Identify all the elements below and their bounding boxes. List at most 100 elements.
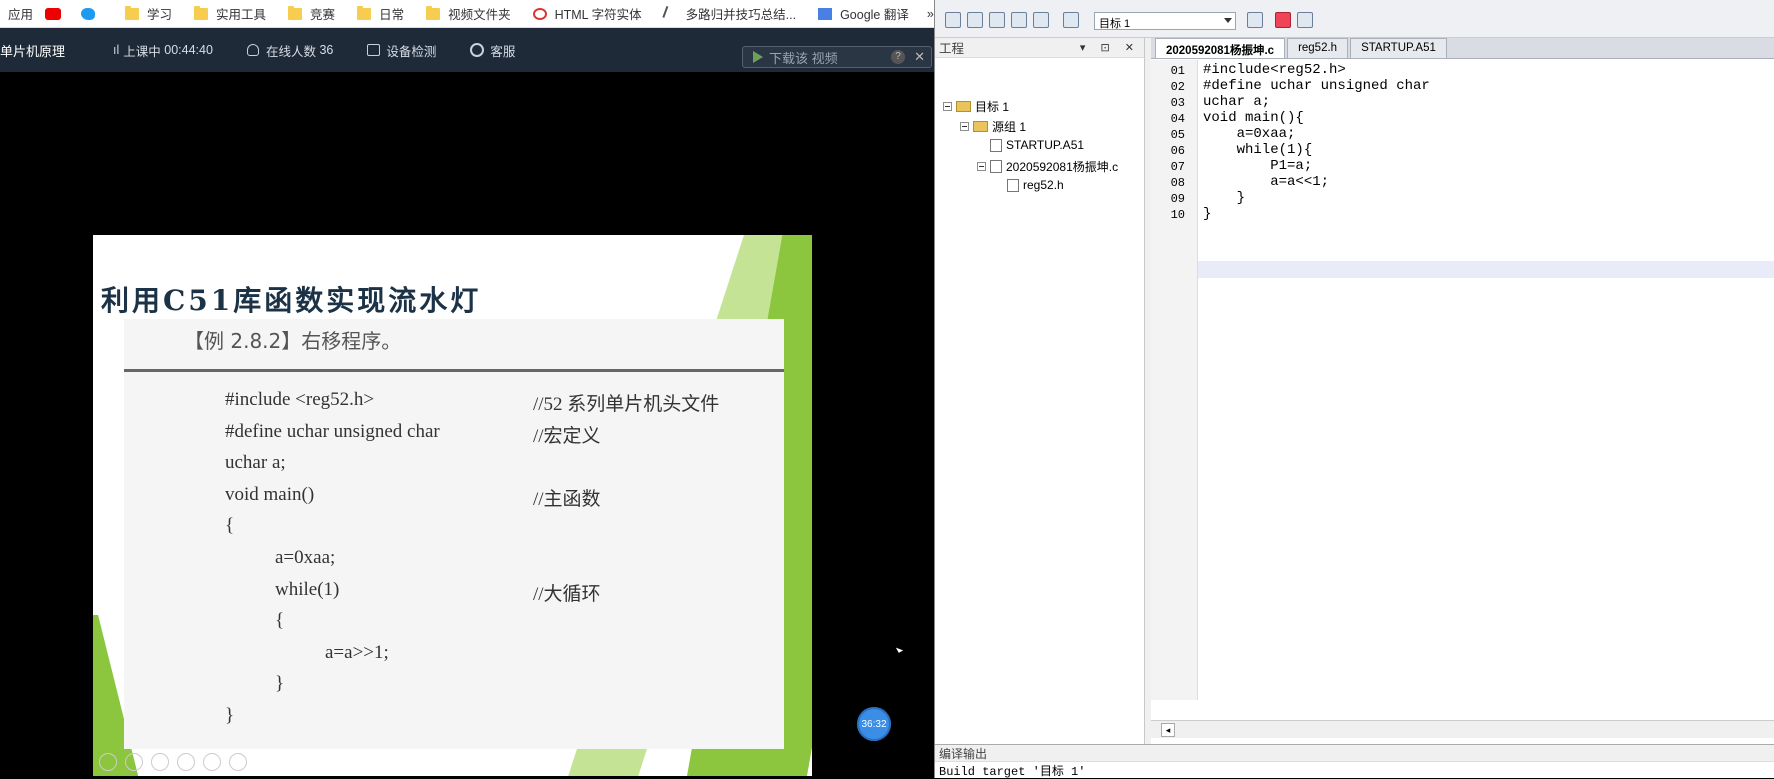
- source-line[interactable]: while(1){: [1203, 142, 1313, 158]
- build-output-panel: 编译输出 Build target '目标 1': [935, 744, 1774, 779]
- slide-code-comment: //宏定义: [533, 425, 601, 447]
- source-line[interactable]: #include<reg52.h>: [1203, 62, 1346, 78]
- manage-components-icon[interactable]: [1275, 12, 1291, 28]
- line-number: 08: [1170, 176, 1185, 190]
- slide-code-line: {: [225, 515, 235, 537]
- ide-toolbar: 目标 1: [935, 0, 1774, 38]
- zoom-icon[interactable]: [203, 753, 221, 771]
- page-icon: [662, 5, 680, 22]
- build-icon[interactable]: [967, 12, 983, 28]
- editor-tab[interactable]: 2020592081杨振坤.c: [1155, 38, 1286, 58]
- tree-item[interactable]: 源组 1: [960, 118, 1026, 135]
- slide-title: 利用C51库函数实现流水灯: [101, 284, 482, 317]
- tree-item[interactable]: 2020592081杨振坤.c: [977, 158, 1118, 175]
- download-video-button[interactable]: 下载该 视频 ? ✕: [742, 46, 932, 68]
- target-select[interactable]: 目标 1: [1094, 12, 1236, 30]
- source-line[interactable]: a=a<<1;: [1203, 174, 1329, 190]
- folder-icon: [426, 5, 441, 20]
- next-icon[interactable]: [125, 753, 143, 771]
- download-icon[interactable]: [1063, 12, 1079, 28]
- file-icon: [990, 160, 1002, 173]
- keil-ide-window: 目标 1 工程 ▾ ⊡ ✕ 目标 1 源组 1 STARTUP.A51 2020592…: [934, 0, 1774, 779]
- bookmark-item[interactable]: Google 翻译: [812, 0, 915, 28]
- bookmarks-bar: 应用 学习 实用工具 竞赛 日常 视频文件夹 HTML 字符实体 多路归并技巧总结... Goo…: [0, 0, 934, 28]
- tree-item[interactable]: reg52.h: [994, 178, 1064, 192]
- collapse-icon[interactable]: [960, 122, 969, 131]
- slide-controls: [99, 753, 255, 771]
- batch-build-icon[interactable]: [1011, 12, 1027, 28]
- editor-tab[interactable]: reg52.h: [1287, 38, 1349, 58]
- bookmark-label: 学习: [147, 8, 173, 22]
- bookmark-label: 视频文件夹: [448, 8, 511, 22]
- slide-code-line: }: [225, 705, 235, 726]
- prev-icon[interactable]: [99, 753, 117, 771]
- rule-line: [124, 369, 784, 372]
- bookmark-item[interactable]: 多路归并技巧总结...: [658, 0, 802, 28]
- line-number: 10: [1170, 208, 1185, 222]
- source-line[interactable]: uchar a;: [1203, 94, 1270, 110]
- presentation-slide: 利用C51库函数实现流水灯 【例 2.8.2】右移程序。 #include <r…: [93, 235, 812, 776]
- device-check-button[interactable]: 设备检测: [367, 41, 436, 60]
- source-line[interactable]: a=0xaa;: [1203, 126, 1296, 142]
- tree-item-label: STARTUP.A51: [1006, 138, 1085, 152]
- translate-icon[interactable]: [945, 12, 961, 28]
- bookmark-item[interactable]: 日常: [351, 0, 410, 28]
- folder-icon: [125, 5, 140, 20]
- bookmark-item[interactable]: [39, 0, 75, 28]
- slide-code-line: a=0xaa;: [275, 547, 336, 568]
- bookmark-label: 实用工具: [216, 8, 267, 22]
- editor-tab[interactable]: STARTUP.A51: [1350, 38, 1447, 58]
- slide-code-line: }: [275, 673, 285, 695]
- stop-build-icon[interactable]: [1033, 12, 1049, 28]
- bookmark-item[interactable]: 学习: [119, 0, 178, 28]
- source-line[interactable]: #define uchar unsigned char: [1203, 78, 1430, 94]
- options-icon[interactable]: [1247, 12, 1263, 28]
- bookmark-item[interactable]: 竞赛: [282, 0, 341, 28]
- bookmark-item[interactable]: HTML 字符实体: [527, 0, 648, 28]
- bookmark-item[interactable]: 视频文件夹: [420, 0, 517, 28]
- chevron-down-icon: [1224, 18, 1232, 23]
- source-line[interactable]: }: [1203, 190, 1245, 206]
- bookmarks-more-button[interactable]: »: [921, 0, 934, 28]
- slide-code-comment: //主函数: [533, 488, 601, 510]
- line-number: 07: [1170, 160, 1185, 174]
- class-status: ıl 上课中 00:44:40: [113, 43, 213, 59]
- bookmark-item[interactable]: 应用: [0, 0, 39, 28]
- rebuild-icon[interactable]: [989, 12, 1005, 28]
- timer-badge[interactable]: 36:32: [857, 707, 891, 741]
- tree-item[interactable]: 目标 1: [943, 98, 1009, 115]
- panel-buttons[interactable]: ▾ ⊡ ✕: [1080, 41, 1140, 54]
- collapse-icon[interactable]: [977, 162, 986, 171]
- support-button[interactable]: 客服: [470, 41, 515, 60]
- slide-code-line: #include <reg52.h>: [225, 389, 375, 410]
- source-line[interactable]: }: [1203, 206, 1211, 222]
- signal-icon: ıl: [113, 43, 120, 57]
- textbook-image: [124, 319, 784, 749]
- translate-icon: [818, 7, 833, 20]
- copy-icon[interactable]: [177, 753, 195, 771]
- bookmark-label: 竞赛: [310, 8, 336, 22]
- output-text: Build target '目标 1': [939, 765, 1086, 779]
- source-line[interactable]: void main(){: [1203, 110, 1304, 126]
- slide-code-line: {: [275, 610, 285, 632]
- select-packs-icon[interactable]: [1297, 12, 1313, 28]
- bookmark-item[interactable]: [75, 0, 109, 28]
- bookmark-item[interactable]: 实用工具: [188, 0, 272, 28]
- more-icon[interactable]: [229, 753, 247, 771]
- close-icon[interactable]: ✕: [914, 49, 925, 65]
- scroll-left-icon[interactable]: ◂: [1161, 723, 1175, 737]
- source-line[interactable]: P1=a;: [1203, 158, 1312, 174]
- line-number-gutter: 01 02 03 04 05 06 07 08 09 10: [1151, 60, 1198, 700]
- bookmark-label: 日常: [379, 8, 405, 22]
- folder-icon: [357, 5, 372, 20]
- pen-icon[interactable]: [151, 753, 169, 771]
- current-line-highlight: [1198, 261, 1774, 278]
- tree-item[interactable]: STARTUP.A51: [977, 138, 1084, 152]
- horizontal-scrollbar[interactable]: ◂: [1151, 720, 1774, 738]
- html-icon: [532, 7, 547, 20]
- example-heading: 【例 2.8.2】右移程序。: [184, 329, 402, 353]
- collapse-icon[interactable]: [943, 102, 952, 111]
- help-icon[interactable]: ?: [891, 50, 905, 64]
- tree-item-label: 源组 1: [992, 120, 1027, 134]
- folder-icon: [956, 101, 971, 112]
